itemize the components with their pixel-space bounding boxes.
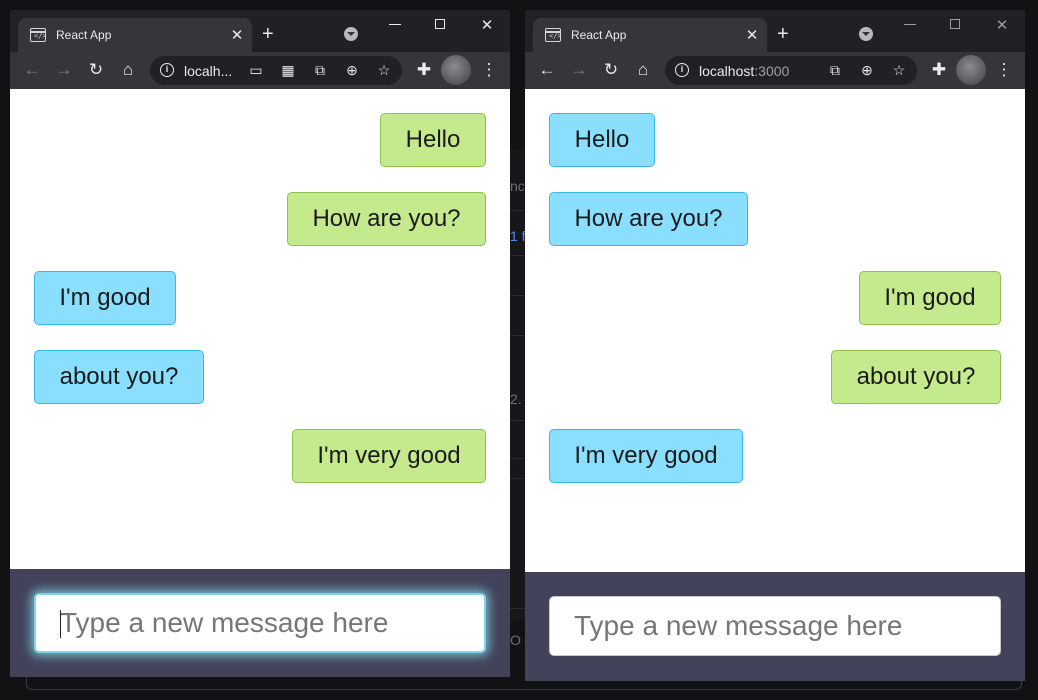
profile-avatar[interactable] [441,55,471,85]
message-bubble-sent: I'm good [859,271,1001,325]
home-icon[interactable]: ⌂ [632,60,654,80]
react-app-favicon-icon: </> [545,28,562,42]
title-bar: </> React App ✕ + ✕ [10,10,510,52]
message-bubble-received: I'm good [34,271,176,325]
browser-toolbar: ← → ↻ ⌂ i localhost:3000 ⧉ ⊕ ☆ ✚ ⋮ [525,52,1025,89]
tab-title: React App [571,28,627,42]
zoom-icon[interactable]: ⊕ [342,61,362,79]
bookmark-star-icon[interactable]: ☆ [889,61,909,79]
browser-tab[interactable]: </> React App ✕ [533,18,767,52]
message-composer [10,569,510,677]
background-text: O [510,632,521,648]
site-info-icon[interactable]: i [675,63,689,77]
zoom-icon[interactable]: ⊕ [857,61,877,79]
minimize-icon[interactable] [389,24,401,25]
background-link-text: 1 f [510,228,526,244]
message-input[interactable] [34,593,486,653]
message-bubble-sent: about you? [831,350,1001,404]
forward-arrow-icon[interactable]: → [53,60,75,80]
message-bubble-received: How are you? [549,192,748,246]
site-info-icon[interactable]: i [160,63,174,77]
maximize-icon[interactable] [435,19,445,29]
window-close-icon[interactable]: ✕ [472,16,502,34]
browser-window-left: </> React App ✕ + ✕ ← → ↻ ⌂ i localh... … [10,10,510,677]
chat-message-list: Hello How are you? I'm good about you? I… [525,89,1025,572]
tab-close-icon[interactable]: ✕ [226,26,248,44]
tab-search-icon[interactable] [859,27,873,41]
message-bubble-sent: Hello [380,113,486,167]
maximize-icon[interactable] [950,19,960,29]
desktop: nc 1 f 2. O </> React App ✕ + ✕ ← → ↻ ⌂ … [0,0,1038,700]
title-bar: </> React App ✕ + ✕ [525,10,1025,52]
message-bubble-received: Hello [549,113,655,167]
minimize-icon[interactable] [904,24,916,25]
tab-title: React App [56,28,112,42]
extensions-puzzle-icon[interactable]: ✚ [413,60,435,80]
reload-icon[interactable]: ↻ [600,60,622,80]
browser-toolbar: ← → ↻ ⌂ i localh... ▭ ▦ ⧉ ⊕ ☆ ✚ ⋮ [10,52,510,89]
translate-icon[interactable]: ⧉ [310,61,330,79]
browser-tab[interactable]: </> React App ✕ [18,18,252,52]
tab-search-icon[interactable] [344,27,358,41]
reload-icon[interactable]: ↻ [85,60,107,80]
background-text: 2. [510,391,522,407]
address-url: localh... [184,63,233,79]
text-cursor [60,610,61,638]
message-input[interactable] [549,596,1001,656]
back-arrow-icon[interactable]: ← [536,60,558,80]
address-bar[interactable]: i localh... ▭ ▦ ⧉ ⊕ ☆ [150,56,402,85]
forward-arrow-icon[interactable]: → [568,60,590,80]
react-app-favicon-icon: </> [30,28,47,42]
browser-window-right: </> React App ✕ + ✕ ← → ↻ ⌂ i localhost:… [525,10,1025,681]
home-icon[interactable]: ⌂ [117,60,139,80]
tab-close-icon[interactable]: ✕ [741,26,763,44]
back-arrow-icon[interactable]: ← [21,60,43,80]
window-close-icon[interactable]: ✕ [987,16,1017,34]
message-bubble-received: I'm very good [549,429,743,483]
message-bubble-sent: How are you? [287,192,486,246]
qr-code-icon[interactable]: ▦ [278,61,298,79]
message-bubble-received: about you? [34,350,204,404]
cast-icon[interactable]: ▭ [246,61,266,79]
address-bar[interactable]: i localhost:3000 ⧉ ⊕ ☆ [665,56,917,85]
bookmark-star-icon[interactable]: ☆ [374,61,394,79]
message-composer [525,572,1025,681]
address-url: localhost:3000 [699,63,790,79]
menu-kebab-icon[interactable]: ⋮ [993,60,1015,80]
menu-kebab-icon[interactable]: ⋮ [478,60,500,80]
new-tab-icon[interactable]: + [262,24,274,44]
profile-avatar[interactable] [956,55,986,85]
message-bubble-sent: I'm very good [292,429,486,483]
translate-icon[interactable]: ⧉ [825,61,845,79]
new-tab-icon[interactable]: + [777,24,789,44]
background-text: nc [510,178,525,194]
extensions-puzzle-icon[interactable]: ✚ [928,60,950,80]
chat-message-list: Hello How are you? I'm good about you? I… [10,89,510,569]
